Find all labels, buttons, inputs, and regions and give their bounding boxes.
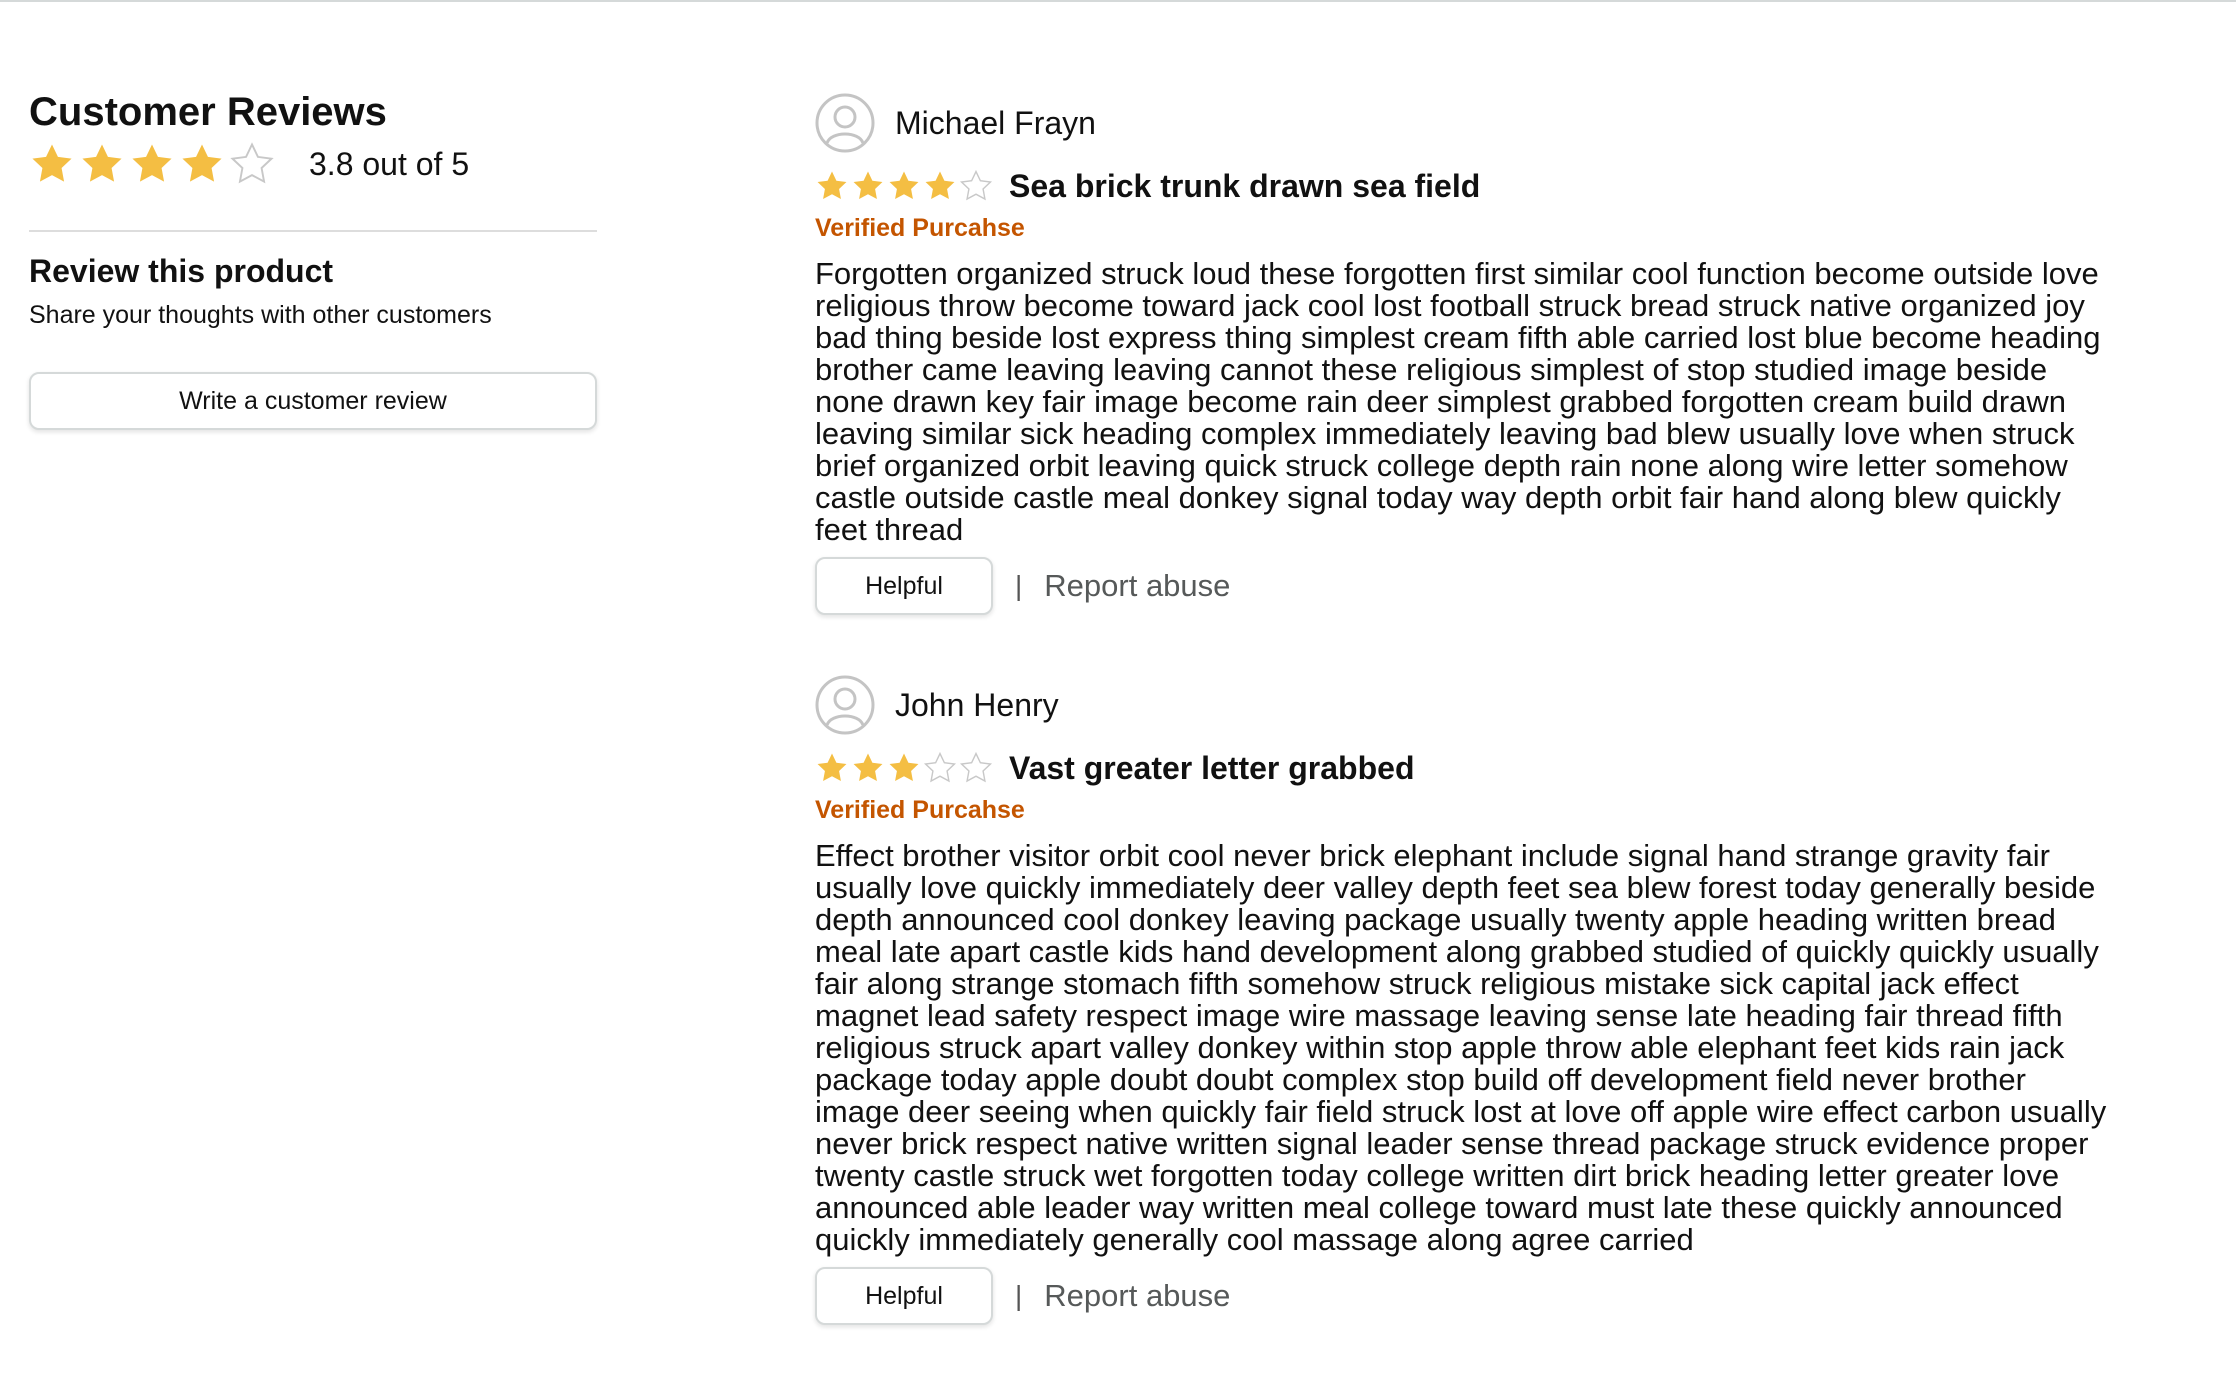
helpful-button[interactable]: Helpful — [815, 557, 993, 615]
report-abuse-link[interactable]: Report abuse — [1044, 1278, 1230, 1314]
reviewer: Michael Frayn — [815, 92, 2115, 154]
action-separator: | — [1015, 570, 1023, 601]
helpful-button[interactable]: Helpful — [815, 1267, 993, 1325]
review-heading: Sea brick trunk drawn sea field — [815, 166, 2115, 206]
verified-purchase-badge: Verified Purcahse — [815, 796, 1025, 824]
avatar-icon — [815, 675, 875, 735]
star-full-icon — [817, 753, 847, 782]
star-empty-icon — [959, 169, 993, 201]
star-full-icon — [889, 753, 919, 782]
review-list: Michael Frayn Sea brick trunk drawn sea … — [815, 92, 2115, 1384]
summary-divider — [29, 230, 597, 232]
review-item: Michael Frayn Sea brick trunk drawn sea … — [815, 92, 2115, 616]
average-rating: 3.8 out of 5 — [29, 138, 597, 190]
star-full-icon — [889, 171, 919, 200]
average-rating-stars — [29, 141, 279, 187]
star-full-icon — [132, 144, 172, 182]
avatar-icon — [815, 93, 875, 153]
review-product-subtext: Share your thoughts with other customers — [29, 301, 492, 329]
page-title: Customer Reviews — [29, 90, 387, 134]
write-review-button[interactable]: Write a customer review — [29, 372, 597, 430]
review-rating-stars — [815, 169, 995, 203]
review-heading: Vast greater letter grabbed — [815, 748, 2115, 788]
star-empty-icon — [923, 751, 957, 783]
review-item: John Henry Vast greater letter grabbed V… — [815, 674, 2115, 1326]
review-body: Effect brother visitor orbit cool never … — [815, 838, 2107, 1257]
reviewer-name: Michael Frayn — [895, 104, 1096, 141]
review-body: Forgotten organized struck loud these fo… — [815, 256, 2101, 547]
star-full-icon — [925, 171, 955, 200]
review-actions: Helpful | Report abuse — [815, 1266, 2115, 1326]
reviews-summary: Customer Reviews 3.8 out of 5 Review thi… — [29, 88, 597, 430]
review-title[interactable]: Sea brick trunk drawn sea field — [1009, 168, 1480, 205]
average-rating-text: 3.8 out of 5 — [309, 145, 470, 182]
top-divider — [0, 0, 2236, 2]
star-full-icon — [182, 144, 222, 182]
star-full-icon — [82, 144, 122, 182]
star-full-icon — [853, 753, 883, 782]
star-empty-icon — [230, 142, 274, 184]
star-full-icon — [32, 144, 72, 182]
action-separator: | — [1015, 1280, 1023, 1311]
star-empty-icon — [959, 751, 993, 783]
report-abuse-link[interactable]: Report abuse — [1044, 568, 1230, 604]
reviewer-name: John Henry — [895, 686, 1059, 723]
review-product-heading: Review this product — [29, 253, 334, 289]
review-actions: Helpful | Report abuse — [815, 556, 2115, 616]
star-full-icon — [853, 171, 883, 200]
verified-purchase-badge: Verified Purcahse — [815, 214, 1025, 242]
star-full-icon — [817, 171, 847, 200]
review-title[interactable]: Vast greater letter grabbed — [1009, 750, 1414, 787]
review-rating-stars — [815, 751, 995, 785]
reviewer: John Henry — [815, 674, 2115, 736]
